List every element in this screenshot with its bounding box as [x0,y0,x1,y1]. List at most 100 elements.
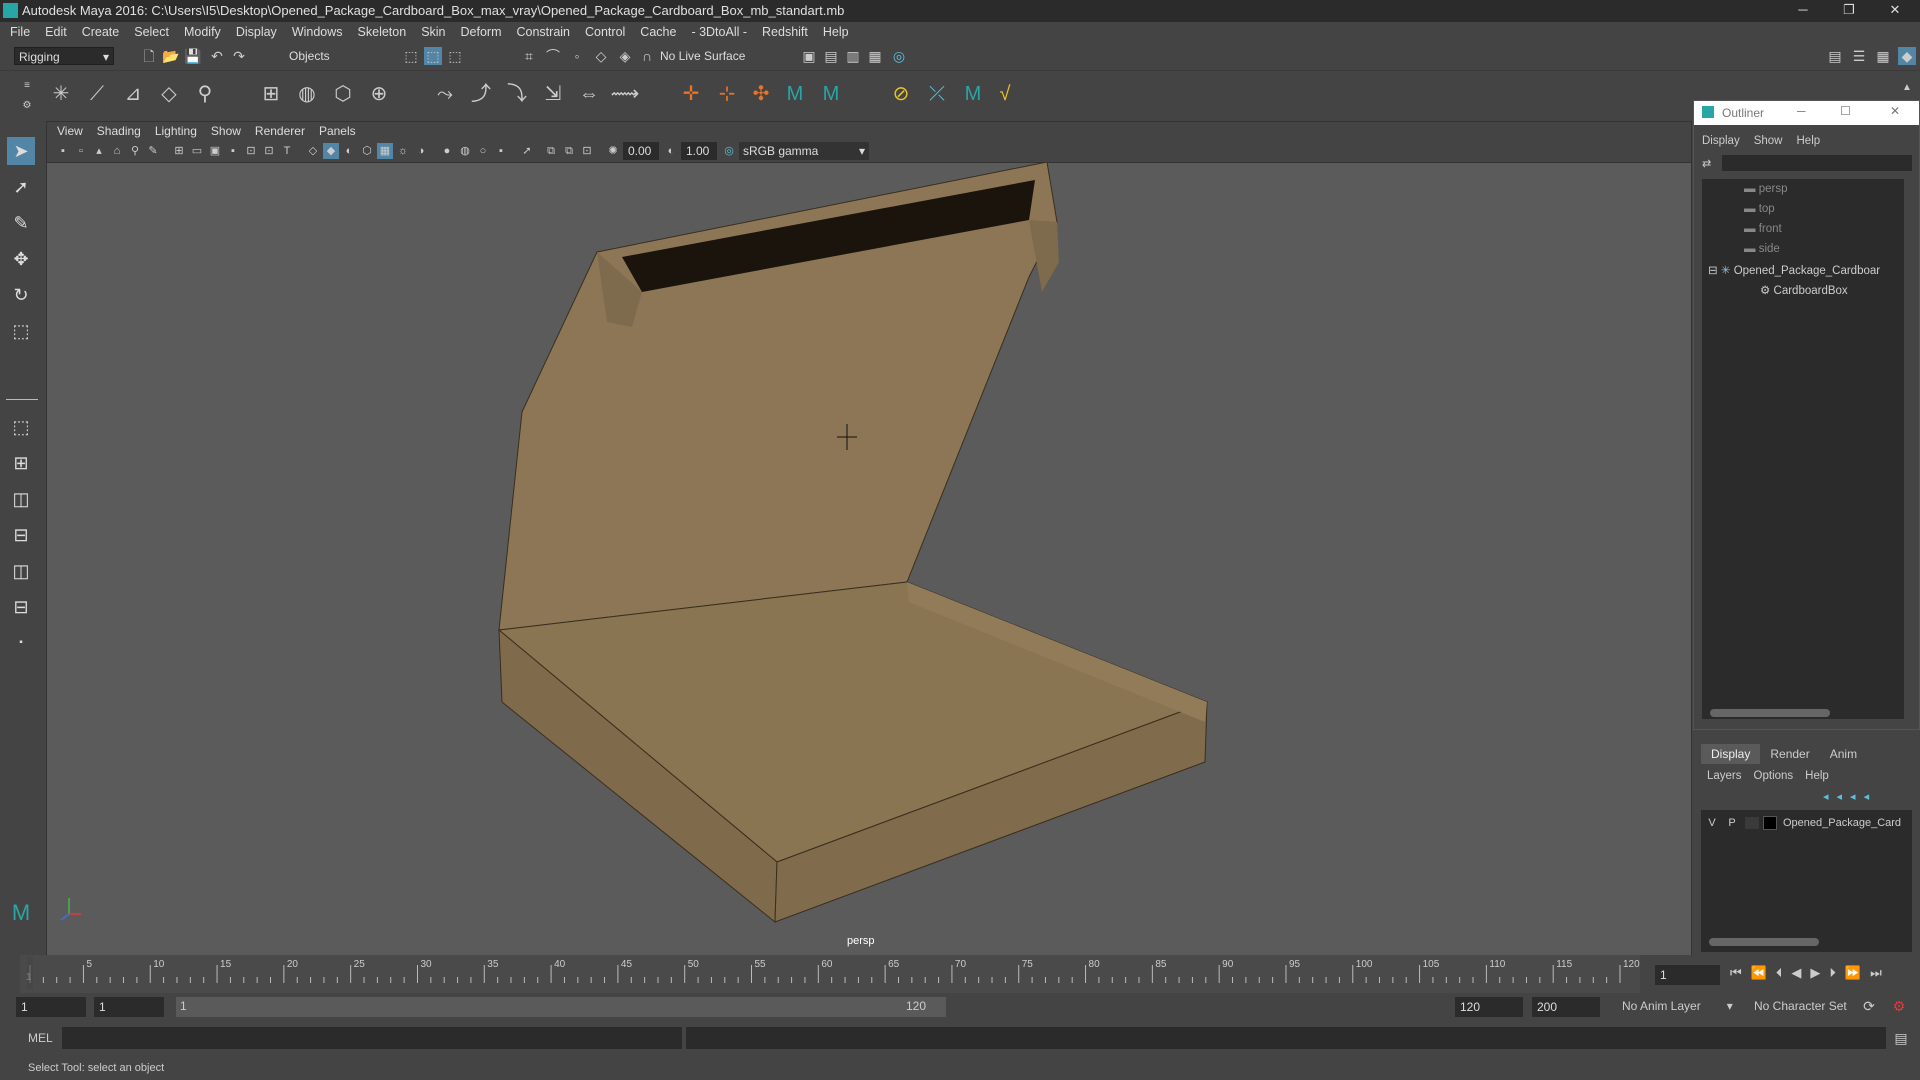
layer-color-swatch[interactable] [1763,816,1777,830]
bind-skin-icon[interactable]: ⤳ [430,79,460,109]
go-to-start-icon[interactable]: ⏮ [1730,965,1751,981]
snap-magnet-icon[interactable]: ∩ [638,47,656,65]
camera-attributes-icon[interactable]: ▫ [73,143,89,159]
resolution-gate-icon[interactable]: ▣ [207,143,223,159]
outliner-item-group[interactable]: ⊟ ✳ Opened_Package_Cardboar [1708,263,1880,277]
menu-3dtoall[interactable]: - 3DtoAll - [691,25,747,39]
shadows-icon[interactable]: ◑ [413,143,429,159]
outliner-minimize-button[interactable]: ─ [1797,104,1806,118]
insert-joint-icon[interactable]: ◇ [154,79,184,109]
outliner-menu-help[interactable]: Help [1797,135,1821,147]
viewport-canvas[interactable] [47,162,1691,956]
grease-pencil-icon[interactable]: ✎ [145,143,161,159]
menu-help[interactable]: Help [823,25,849,39]
menu-file[interactable]: File [10,25,30,39]
rigid-bind-icon[interactable]: ⇲ [538,79,568,109]
step-forward-key-icon[interactable]: ⏩ [1845,965,1870,981]
mirror-joint-icon[interactable]: ⚲ [190,79,220,109]
wrap-icon[interactable]: ⬡ [328,79,358,109]
outliner-item-top[interactable]: ▬ top [1744,203,1775,215]
wireframe-icon[interactable]: ◇ [305,143,321,159]
blend-shape-icon[interactable]: ⇔ [574,79,604,109]
new-scene-icon[interactable]: 🗋 [140,47,158,65]
redo-icon[interactable]: ↷ [230,47,248,65]
step-forward-frame-icon[interactable]: ⏵ [1829,965,1845,981]
isolate-select-icon[interactable]: ➚ [519,143,535,159]
wire-icon[interactable]: ⟿ [610,79,640,109]
script-language-toggle[interactable]: MEL [28,1031,53,1045]
smooth-shade-icon[interactable]: ◆ [323,143,339,159]
animation-end-field[interactable]: 200 [1532,997,1600,1017]
play-back-icon[interactable]: ◀ [1791,965,1810,981]
menu-set-dropdown[interactable]: Rigging ▾ [14,47,114,65]
smooth-bind-icon[interactable]: ⤴ [466,79,496,109]
color-management-icon[interactable]: ◎ [721,143,737,159]
script-editor-icon[interactable]: ▤ [1892,1029,1910,1047]
select-object-icon[interactable]: ⬚ [424,47,442,65]
animation-preferences-icon[interactable]: ⚙ [1890,997,1908,1015]
joint-tool-icon[interactable]: ✳ [46,79,76,109]
character-set-dropdown[interactable]: No Character Set [1754,999,1847,1013]
camera-select-icon[interactable]: ▪ [55,143,71,159]
layout-hypershade-icon[interactable]: ⊟ [7,593,35,621]
depth-of-field-icon[interactable]: ▪ [493,143,509,159]
ambient-occlusion-icon[interactable]: ● [439,143,455,159]
render-frame-icon[interactable]: ▤ [822,47,840,65]
layout-graph-icon[interactable]: ◫ [7,557,35,585]
layer-tab-anim[interactable]: Anim [1820,744,1867,764]
film-gate-icon[interactable]: ▭ [189,143,205,159]
layer-menu-layers[interactable]: Layers [1707,770,1742,782]
live-surface-field[interactable]: No Live Surface [656,47,766,65]
field-chart-icon[interactable]: ⊡ [243,143,259,159]
render-settings-icon[interactable]: ▣ [800,47,818,65]
shelf-tabs-icon[interactable]: ≡ [18,77,36,95]
maximize-button[interactable]: ❐ [1826,0,1872,22]
ik-handle-icon[interactable]: ⟋ [82,79,112,109]
lattice-icon[interactable]: ⊞ [256,79,286,109]
wireframe-on-shaded-icon[interactable]: ⬡ [359,143,375,159]
image-plane-icon[interactable]: ⌂ [109,143,125,159]
menu-edit[interactable]: Edit [45,25,67,39]
snap-view-icon[interactable]: ◇ [592,47,610,65]
modeling-toolkit-icon[interactable]: ◆ [1898,47,1916,65]
animation-start-field[interactable]: 1 [16,997,86,1017]
motion-blur-icon[interactable]: ◍ [457,143,473,159]
layer-h-scrollbar[interactable] [1709,938,1819,946]
open-scene-icon[interactable]: 📂 [162,47,180,65]
layout-four-view-icon[interactable]: ⊞ [7,449,35,477]
cluster-icon[interactable]: ◍ [292,79,322,109]
menu-windows[interactable]: Windows [292,25,343,39]
outliner-item-mesh[interactable]: ⚙ CardboardBox [1760,283,1848,297]
menu-redshift[interactable]: Redshift [762,25,808,39]
select-component-icon[interactable]: ⬚ [446,47,464,65]
close-button[interactable]: ✕ [1872,0,1918,22]
menu-display[interactable]: Display [236,25,277,39]
gate-mask-icon[interactable]: ▪ [225,143,241,159]
menu-create[interactable]: Create [82,25,120,39]
menu-deform[interactable]: Deform [461,25,502,39]
xray-icon[interactable]: ⧉ [543,143,559,159]
viewport-menu-show[interactable]: Show [211,122,241,140]
use-all-lights-icon[interactable]: ☼ [395,143,411,159]
save-scene-icon[interactable]: 💾 [184,47,202,65]
view-transform-dropdown[interactable]: sRGB gamma ▾ [739,142,869,160]
layer-visibility-toggle[interactable]: V [1705,817,1719,829]
layer-menu-options[interactable]: Options [1754,770,1794,782]
ik-spline-icon[interactable]: ⊿ [118,79,148,109]
ipr-render-icon[interactable]: ▥ [844,47,862,65]
mash-icon[interactable]: M [958,79,988,109]
render-view-icon[interactable]: ▦ [866,47,884,65]
lasso-tool-icon[interactable]: ➚ [7,173,35,201]
safe-title-icon[interactable]: T [279,143,295,159]
layout-two-view-icon[interactable]: ◫ [7,485,35,513]
attribute-editor-icon[interactable]: ☰ [1850,47,1868,65]
time-slider[interactable]: 1510152025303540455055606570758085909510… [0,955,1920,993]
outliner-search-input[interactable] [1722,155,1912,171]
snap-grid-icon[interactable]: ⌗ [520,47,538,65]
outliner-item-persp[interactable]: ▬ persp [1744,183,1787,195]
menu-control[interactable]: Control [585,25,625,39]
layer-row[interactable]: V P Opened_Package_Card [1705,816,1901,830]
layer-menu-help[interactable]: Help [1805,770,1829,782]
scale-tool-icon[interactable]: ⬚ [7,317,35,345]
undo-icon[interactable]: ↶ [208,47,226,65]
